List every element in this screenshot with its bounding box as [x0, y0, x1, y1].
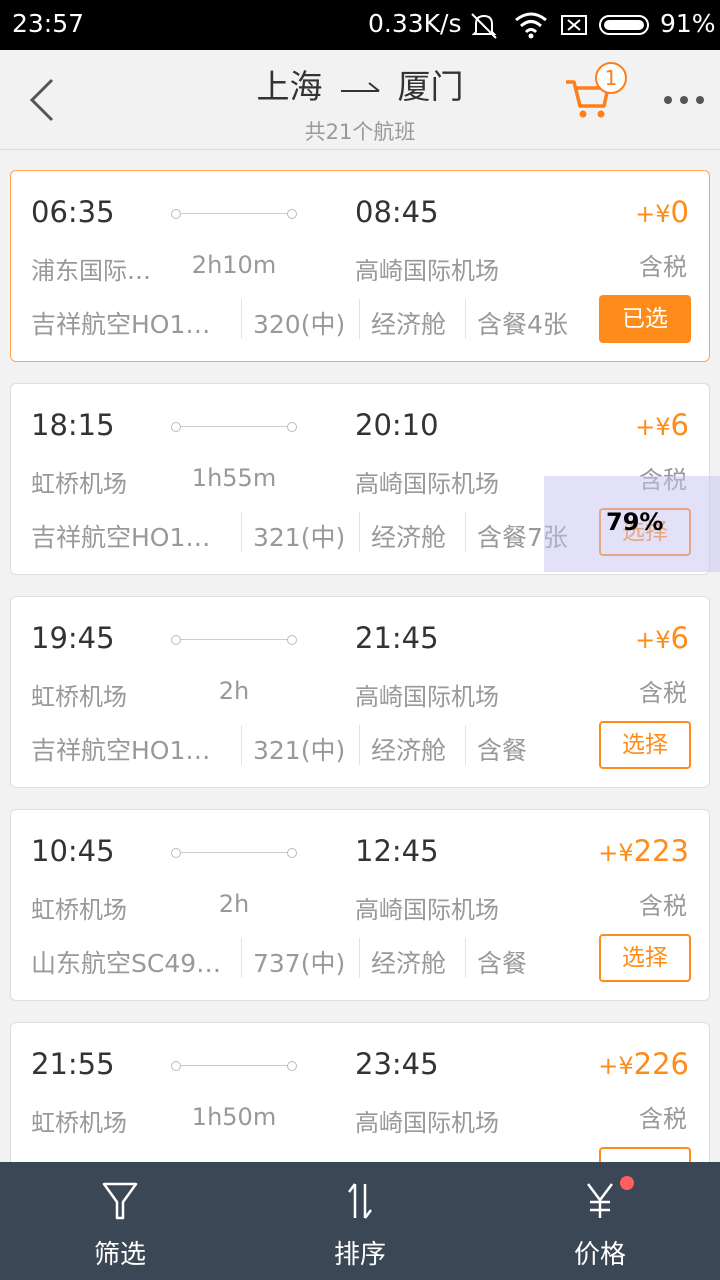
duration: 1h50m: [191, 1103, 277, 1131]
arrival-time: 12:45: [355, 834, 439, 868]
flight-list[interactable]: 06:35 08:45 +¥0 浦东国际… 2h10m 高崎国际机场 含税 吉祥…: [0, 150, 720, 1162]
route-line: [171, 422, 297, 432]
cabin-class: 经济舱: [371, 523, 447, 552]
selected-button[interactable]: 已选: [599, 295, 691, 343]
price: +¥6: [635, 408, 689, 442]
no-sim-icon: [561, 15, 587, 35]
route-line: [171, 848, 297, 858]
select-button[interactable]: 选择: [599, 721, 691, 769]
wifi-icon: [515, 12, 547, 39]
tax-included: 含税: [639, 253, 687, 281]
sort-icon: [348, 1183, 372, 1219]
cart-badge: 1: [595, 62, 627, 94]
filter-icon: [102, 1182, 138, 1220]
arrival-time: 23:45: [355, 1047, 439, 1081]
arrival-airport: 高崎国际机场: [355, 470, 499, 498]
duration: 2h: [218, 890, 250, 918]
cabin-class: 经济舱: [371, 736, 447, 765]
bottom-tab-bar: 筛选 排序 价格: [0, 1162, 720, 1280]
flight-card[interactable]: 21:55 23:45 +¥226 虹桥机场 1h50m 高崎国际机场 含税: [10, 1022, 710, 1162]
arrow-right-icon: [341, 81, 380, 92]
arrival-time: 20:10: [355, 408, 439, 442]
aircraft: 321(中): [253, 523, 346, 552]
airline: 吉祥航空HO1…: [31, 523, 211, 552]
arrival-time: 08:45: [355, 195, 439, 229]
more-icon[interactable]: [664, 96, 704, 106]
tab-sort[interactable]: 排序: [240, 1162, 480, 1280]
arrival-airport: 高崎国际机场: [355, 896, 499, 924]
departure-time: 06:35: [31, 195, 115, 229]
destination-city: 厦门: [397, 67, 464, 106]
select-button[interactable]: [599, 1147, 691, 1162]
arrival-time: 21:45: [355, 621, 439, 655]
arrival-airport: 高崎国际机场: [355, 257, 499, 285]
arrival-airport: 高崎国际机场: [355, 683, 499, 711]
yen-icon: [587, 1183, 613, 1218]
battery-percent: 91%: [660, 9, 716, 38]
meal-info: 含餐: [477, 949, 528, 978]
notification-dot: [620, 1176, 634, 1190]
tab-price[interactable]: 价格: [480, 1162, 720, 1280]
duration: 2h10m: [191, 251, 277, 279]
airline: 吉祥航空HO1…: [31, 736, 211, 765]
select-button[interactable]: 选择: [599, 934, 691, 982]
departure-airport: 虹桥机场: [31, 896, 127, 924]
cabin-class: 经济舱: [371, 310, 447, 339]
aircraft: 320(中): [253, 310, 346, 339]
aircraft: 321(中): [253, 736, 346, 765]
price: +¥226: [598, 1047, 689, 1081]
route-line: [171, 635, 297, 645]
arrival-airport: 高崎国际机场: [355, 1109, 499, 1137]
header: 上海 厦门 共21个航班 1: [0, 50, 720, 150]
price: +¥6: [635, 621, 689, 655]
departure-time: 19:45: [31, 621, 115, 655]
tax-included: 含税: [639, 679, 687, 707]
airline: 吉祥航空HO1…: [31, 310, 211, 339]
origin-city: 上海: [256, 67, 323, 106]
flight-card[interactable]: 06:35 08:45 +¥0 浦东国际… 2h10m 高崎国际机场 含税 吉祥…: [10, 170, 710, 362]
departure-time: 21:55: [31, 1047, 115, 1081]
meal-info: 含餐4张: [477, 310, 568, 339]
network-speed: 0.33K/s: [368, 9, 462, 38]
departure-airport: 浦东国际…: [31, 257, 151, 285]
meal-info: 含餐: [477, 736, 528, 765]
route-line: [171, 1061, 297, 1071]
cabin-class: 经济舱: [371, 949, 447, 978]
duration: 2h: [218, 677, 250, 705]
status-time: 23:57: [12, 9, 85, 38]
departure-airport: 虹桥机场: [31, 683, 127, 711]
departure-airport: 虹桥机场: [31, 1109, 127, 1137]
price: +¥0: [635, 195, 689, 229]
status-bar: 23:57 0.33K/s 91%: [0, 0, 720, 50]
tax-included: 含税: [639, 1105, 687, 1133]
price: +¥223: [598, 834, 689, 868]
departure-airport: 虹桥机场: [31, 470, 127, 498]
route-line: [171, 209, 297, 219]
flight-card[interactable]: 10:45 12:45 +¥223 虹桥机场 2h 高崎国际机场 含税 山东航空…: [10, 809, 710, 1001]
departure-time: 10:45: [31, 834, 115, 868]
battery-icon: [599, 15, 649, 35]
airline: 山东航空SC49…: [31, 949, 222, 978]
tax-included: 含税: [639, 892, 687, 920]
mute-icon: [471, 13, 497, 39]
tab-sort-label: 排序: [333, 1240, 386, 1270]
flight-card[interactable]: 19:45 21:45 +¥6 虹桥机场 2h 高崎国际机场 含税 吉祥航空HO…: [10, 596, 710, 788]
tab-filter-label: 筛选: [93, 1240, 146, 1270]
aircraft: 737(中): [253, 949, 346, 978]
departure-time: 18:15: [31, 408, 115, 442]
progress-overlay-text: 79%: [606, 508, 664, 536]
tab-price-label: 价格: [573, 1240, 626, 1270]
tab-filter[interactable]: 筛选: [0, 1162, 240, 1280]
duration: 1h55m: [191, 464, 277, 492]
